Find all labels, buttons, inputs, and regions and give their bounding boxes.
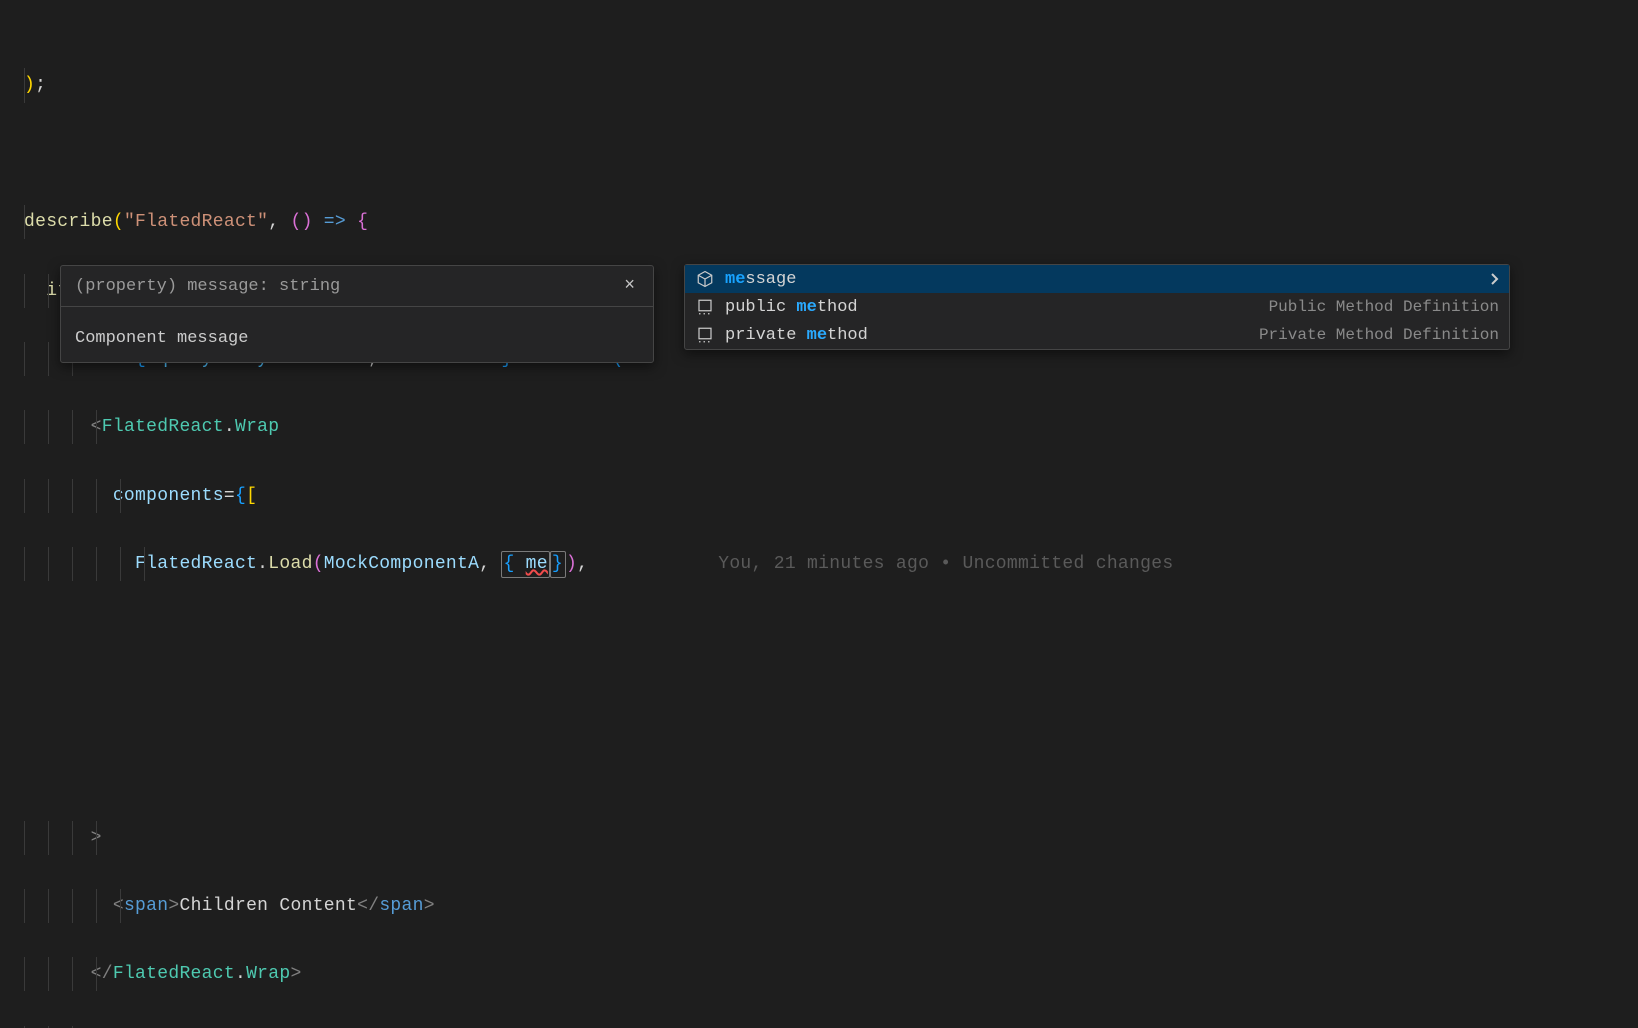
hover-tooltip: (property) message: string × Component m… [60, 265, 654, 363]
suggest-label: public method [725, 298, 858, 317]
code-line[interactable]: ); [24, 68, 1638, 102]
tag-open: </ [357, 896, 379, 916]
code-line[interactable]: </FlatedReact.Wrap> [24, 957, 1638, 991]
typed-text: me [526, 554, 548, 574]
identifier: Load [268, 554, 312, 574]
suggest-item[interactable]: message [685, 265, 1509, 293]
suggest-item[interactable]: public method Public Method Definition [685, 293, 1509, 321]
code-line[interactable]: <FlatedReact.Wrap [24, 410, 1638, 444]
tag-name: span [379, 896, 423, 916]
tag-open: < [113, 896, 124, 916]
paren: ( [290, 212, 301, 232]
code-line[interactable]: describe("FlatedReact", () => { [24, 205, 1638, 239]
comma: , [577, 554, 588, 574]
code-line[interactable] [24, 137, 1638, 171]
cube-icon [695, 269, 715, 289]
comma: , [479, 554, 501, 574]
paren: ( [313, 554, 324, 574]
dot: . [224, 417, 235, 437]
hover-signature: (property) message: string [75, 277, 340, 296]
code-editor[interactable]: ); describe("FlatedReact", () => { it("r… [0, 0, 1638, 1028]
eq: = [224, 486, 235, 506]
component-name: FlatedReact [113, 964, 235, 984]
brace: { [503, 554, 525, 574]
comma: , [268, 212, 290, 232]
blame-author: You [718, 554, 751, 574]
blame-time: 21 minutes ago [774, 554, 929, 574]
tag-close: > [291, 964, 302, 984]
attribute: components [113, 486, 224, 506]
cursor-selection: { me [501, 551, 549, 578]
identifier: FlatedReact [135, 554, 257, 574]
hover-signature-row: (property) message: string × [61, 266, 653, 307]
component-name: FlatedReact [102, 417, 224, 437]
tag-open: </ [91, 964, 113, 984]
bracket: [ [246, 486, 257, 506]
suggest-item[interactable]: private method Private Method Definition [685, 321, 1509, 349]
code-line[interactable] [24, 615, 1638, 649]
suggest-label: message [725, 270, 796, 289]
paren: ) [24, 75, 35, 95]
component-name: Wrap [246, 964, 290, 984]
suggest-widget[interactable]: message public method Public Method Defi… [684, 264, 1510, 350]
brace: } [552, 554, 563, 574]
identifier: MockComponentA [324, 554, 479, 574]
code-line[interactable]: <span>Children Content</span> [24, 889, 1638, 923]
code-line[interactable] [24, 752, 1638, 786]
string: "FlatedReact" [124, 212, 268, 232]
paren: ) [566, 554, 577, 574]
code-line[interactable]: ); [24, 1026, 1638, 1028]
git-blame-inline: You, 21 minutes ago • Uncommitted change… [718, 554, 1173, 574]
tag-name: span [124, 896, 168, 916]
arrow: => [313, 212, 357, 232]
identifier: describe [24, 212, 113, 232]
suggest-label: private method [725, 326, 868, 345]
code-line[interactable]: FlatedReact.Load(MockComponentA, { me}),… [24, 547, 1638, 581]
suggest-description: Private Method Definition [1259, 326, 1499, 344]
paren: ) [302, 212, 313, 232]
snippet-icon [695, 297, 715, 317]
dot: . [257, 554, 268, 574]
paren: ( [113, 212, 124, 232]
blame-status: Uncommitted changes [963, 554, 1174, 574]
tag-close: > [168, 896, 179, 916]
semi: ; [35, 75, 46, 95]
brace: { [235, 486, 246, 506]
component-name: Wrap [235, 417, 279, 437]
brace: { [357, 212, 368, 232]
code-line[interactable] [24, 684, 1638, 718]
dot: . [235, 964, 246, 984]
cursor-selection: } [550, 551, 566, 578]
suggest-description: Public Method Definition [1269, 298, 1499, 316]
chevron-right-icon[interactable] [1489, 272, 1499, 286]
code-line[interactable]: > [24, 821, 1638, 855]
tag-close: > [424, 896, 435, 916]
text-content: Children Content [179, 896, 357, 916]
close-icon[interactable]: × [620, 276, 639, 296]
code-line[interactable]: components={[ [24, 479, 1638, 513]
hover-documentation: Component message [61, 307, 653, 362]
snippet-icon [695, 325, 715, 345]
